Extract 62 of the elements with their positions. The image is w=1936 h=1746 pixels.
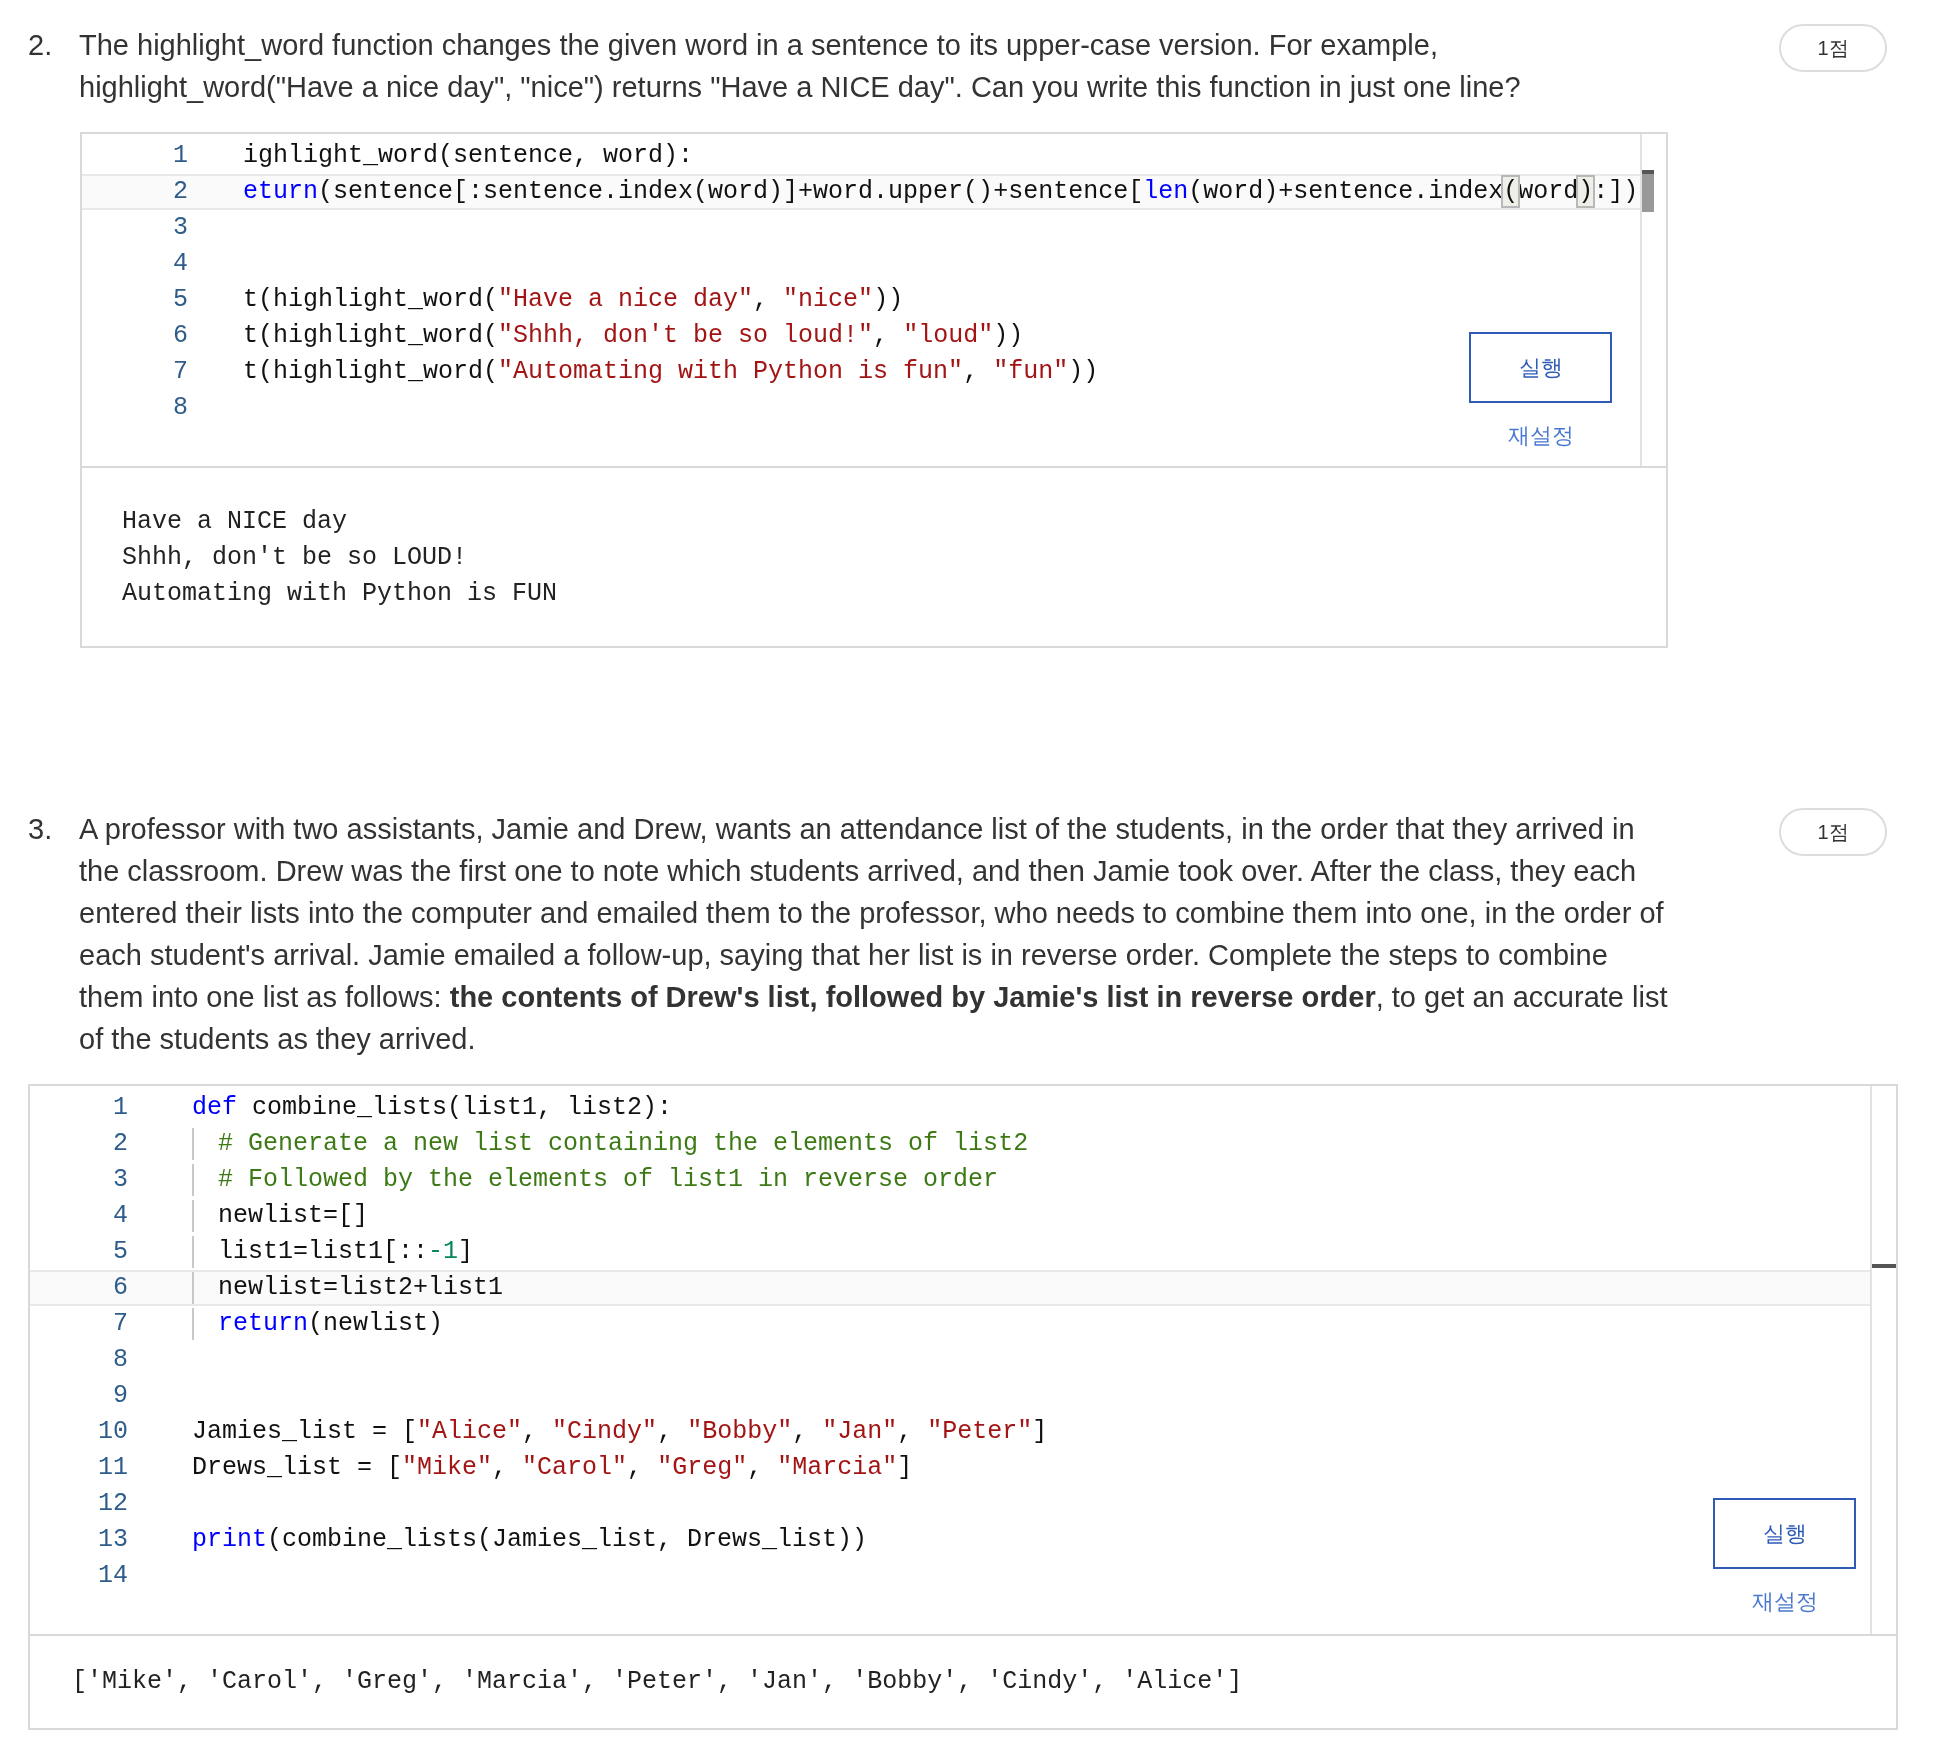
code-line: t(highlight_word("Shhh, don't be so loud!", "loud")): [243, 320, 1024, 352]
code-line: # Generate a new list containing the elements of list2: [218, 1128, 1029, 1160]
indent-guide: [192, 1200, 194, 1232]
output-line: Shhh, don't be so LOUD!: [122, 542, 469, 574]
code-line: newlist=list2+list1: [218, 1272, 504, 1304]
line-number: 4: [172, 248, 189, 280]
code-line: t(highlight_word("Have a nice day", "nice")): [243, 284, 904, 316]
line-number: 7: [112, 1308, 129, 1340]
line-number: 6: [172, 320, 189, 352]
line-number: 11: [97, 1452, 129, 1484]
question-text: A professor with two assistants, Jamie and Drew, wants an attendance list of the students, in the order that they arrived in the classroom. Drew was the first one to note which students arrived, and then Jamie took over. After the class, they each entered their lists into the computer and emailed them to the professor, who needs to combine them into one, in the order of each student's arrival. Jamie emailed a follow-up, saying that her list is in reverse order. Complete the steps to combine them into one list as follows: the contents of Drew's list, followed by Jamie's list in reverse order, to get an accurate list of the students as they arrived.: [79, 812, 1669, 1057]
line-number: 9: [112, 1380, 129, 1412]
question-text: The highlight_word function changes the given word in a sentence to its upper-case version. For example, highlight_word("Have a nice day", "nice") returns "Have a NICE day". Can you write this function in just one line?: [79, 28, 1522, 105]
line-number: 2: [112, 1128, 129, 1160]
code-line: list1=list1[::-1]: [218, 1236, 474, 1268]
line-number: 5: [112, 1236, 129, 1268]
line-number: 1: [112, 1092, 129, 1124]
line-number: 6: [112, 1272, 129, 1304]
code-line: newlist=[]: [218, 1200, 369, 1232]
line-number: 2: [172, 176, 189, 208]
indent-guide: [192, 1164, 194, 1196]
code-line: eturn(sentence[:sentence.index(word)]+word.upper()+sentence[len(word)+sentence.index(word):]): [243, 176, 1639, 208]
scrollbar-thumb[interactable]: [1872, 1264, 1896, 1268]
scrollbar-thumb[interactable]: [1642, 170, 1654, 212]
run-button[interactable]: 실행: [1713, 1498, 1856, 1569]
line-number: 8: [112, 1344, 129, 1376]
reset-link[interactable]: 재설정: [1507, 419, 1574, 452]
line-number: 13: [97, 1524, 129, 1556]
output-line: ['Mike', 'Carol', 'Greg', 'Marcia', 'Peter', 'Jan', 'Bobby', 'Cindy', 'Alice']: [72, 1666, 1244, 1698]
code-line: ighlight_word(sentence, word):: [243, 140, 694, 172]
question-number: 3.: [28, 812, 54, 847]
code-line: print(combine_lists(Jamies_list, Drews_list)): [192, 1524, 868, 1556]
code-line: # Followed by the elements of list1 in reverse order: [218, 1164, 999, 1196]
line-number: 14: [97, 1560, 129, 1592]
code-line: return(newlist): [218, 1308, 444, 1340]
code-line: Drews_list = ["Mike", "Carol", "Greg", "Marcia"]: [192, 1452, 913, 1484]
line-number: 3: [172, 212, 189, 244]
code-line: Jamies_list = ["Alice", "Cindy", "Bobby", "Jan", "Peter"]: [192, 1416, 1048, 1448]
points-badge: 1점: [1779, 808, 1887, 856]
question-number: 2.: [28, 28, 54, 63]
line-number: 10: [97, 1416, 129, 1448]
run-button[interactable]: 실행: [1469, 332, 1612, 403]
scrollbar[interactable]: [1870, 1086, 1896, 1634]
output-line: Automating with Python is FUN: [122, 578, 559, 610]
reset-link[interactable]: 재설정: [1751, 1585, 1818, 1618]
line-number: 1: [172, 140, 189, 172]
code-editor[interactable]: [80, 132, 1668, 648]
code-editor[interactable]: [28, 1084, 1898, 1730]
code-line: def combine_lists(list1, list2):: [192, 1092, 673, 1124]
indent-guide: [192, 1236, 194, 1268]
indent-guide: [192, 1272, 194, 1304]
line-number: 4: [112, 1200, 129, 1232]
line-number: 3: [112, 1164, 129, 1196]
line-number: 7: [172, 356, 189, 388]
line-number: 5: [172, 284, 189, 316]
output-line: Have a NICE day: [122, 506, 349, 538]
code-line: t(highlight_word("Automating with Python is fun", "fun")): [243, 356, 1099, 388]
indent-guide: [192, 1128, 194, 1160]
indent-guide: [192, 1308, 194, 1340]
points-badge: 1점: [1779, 24, 1887, 72]
line-number: 8: [172, 392, 189, 424]
line-number: 12: [97, 1488, 129, 1520]
